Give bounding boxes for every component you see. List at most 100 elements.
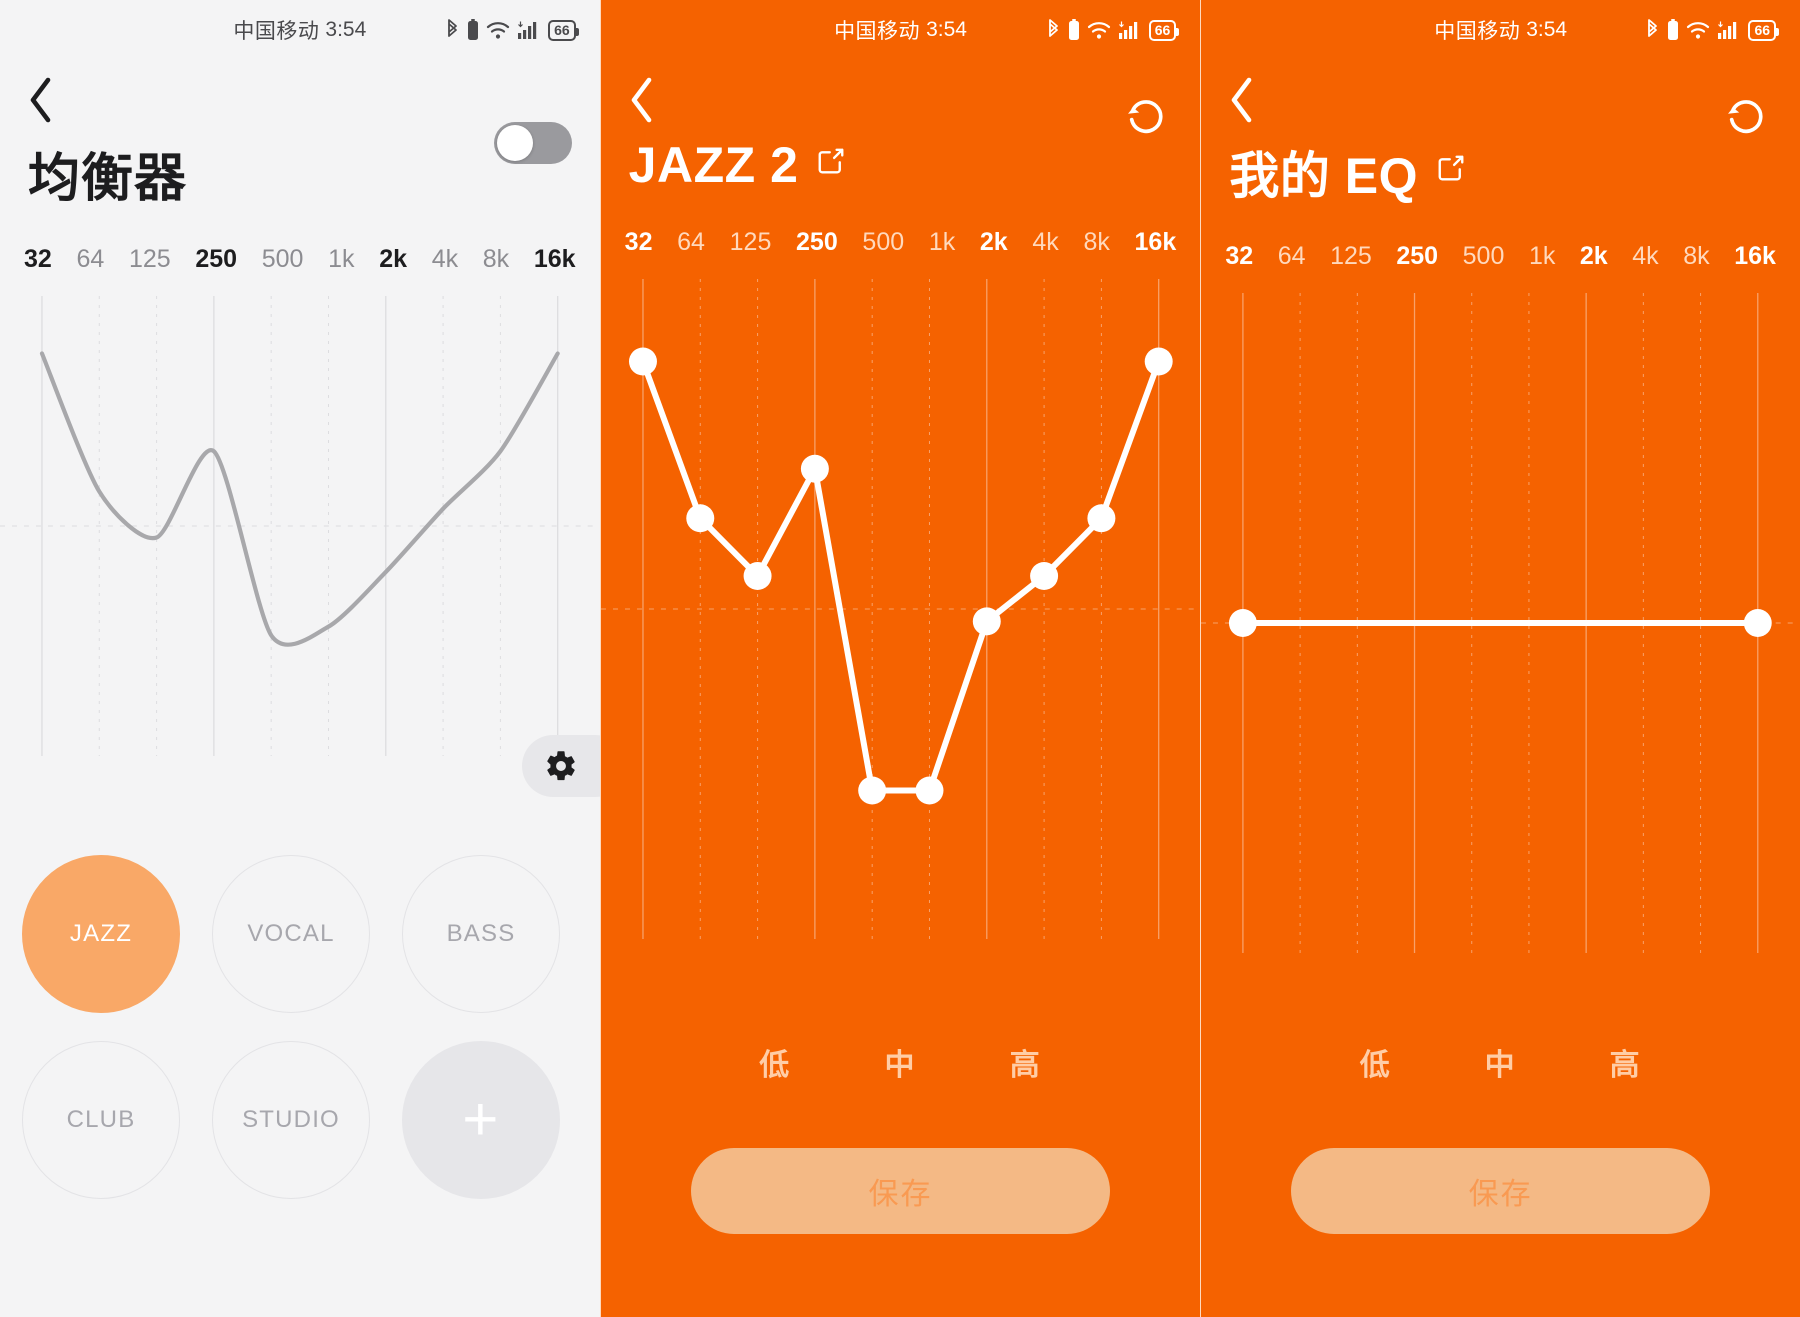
freq-label-2k: 2k	[1579, 242, 1608, 270]
preset-name: 我的 EQ	[1229, 148, 1418, 204]
bluetooth-battery-icon	[1068, 19, 1079, 40]
save-label: 保存	[868, 1178, 933, 1211]
band-label-mid: 中	[884, 1049, 917, 1082]
battery-icon: 66	[1748, 19, 1779, 41]
eq-curve-svg-mid	[600, 279, 1201, 939]
edit-pencil-icon[interactable]	[1436, 153, 1466, 183]
freq-label-125: 125	[128, 245, 171, 273]
band-label-low: 低	[1359, 1049, 1392, 1082]
preset-title-row: 我的 EQ	[1229, 136, 1772, 208]
freq-label-500: 500	[862, 228, 905, 256]
preset-list: JAZZ VOCAL BASS CLUB STUDIO +	[0, 855, 600, 1199]
freq-label-4k: 4k	[431, 245, 459, 273]
chevron-left-icon	[30, 77, 51, 123]
eq-curve-svg-left	[0, 296, 600, 756]
clock-label: 3:54	[1526, 18, 1568, 41]
freq-label-250: 250	[1396, 242, 1439, 270]
header-left: 均衡器	[0, 74, 600, 211]
freq-label-16k: 16k	[1134, 228, 1177, 256]
freq-label-32: 32	[624, 228, 653, 256]
eq-settings-button[interactable]	[521, 735, 600, 797]
freq-label-1k: 1k	[328, 245, 355, 273]
eq-curve-graph-left[interactable]	[0, 296, 600, 756]
bluetooth-battery-icon	[1668, 19, 1679, 40]
save-label: 保存	[1468, 1178, 1533, 1211]
toggle-knob	[496, 125, 533, 161]
jazz2-editor-panel: 中国移动 3:54 66 JAZZ 2 32 64 125 250 500 1k…	[600, 0, 1201, 1317]
freq-label-8k: 8k	[1083, 228, 1110, 256]
freq-label-1k: 1k	[928, 228, 956, 256]
preset-vocal[interactable]: VOCAL	[212, 855, 370, 1013]
eq-curve-graph-mid[interactable]	[600, 279, 1201, 939]
carrier-label: 中国移动	[233, 20, 320, 43]
bluetooth-battery-icon	[468, 19, 479, 40]
reset-button[interactable]	[1718, 88, 1774, 144]
bluetooth-icon	[448, 19, 457, 37]
eq-curve-svg-right	[1201, 293, 1800, 953]
preset-club[interactable]: CLUB	[22, 1041, 180, 1199]
cellular-signal-icon	[518, 21, 537, 39]
reset-button[interactable]	[1118, 88, 1174, 144]
band-labels-mid: 低 中 高	[601, 1040, 1201, 1084]
preset-jazz[interactable]: JAZZ	[22, 855, 180, 1013]
back-button[interactable]	[629, 74, 681, 126]
wifi-icon	[1687, 22, 1710, 39]
freq-label-8k: 8k	[482, 245, 510, 273]
save-button[interactable]: 保存	[1291, 1148, 1711, 1234]
band-label-high: 高	[1609, 1049, 1642, 1082]
freq-label-250: 250	[195, 245, 238, 273]
preset-name: JAZZ 2	[628, 137, 799, 193]
gear-icon	[546, 751, 575, 781]
freq-label-2k: 2k	[379, 245, 408, 273]
plus-icon: +	[462, 1085, 500, 1155]
battery-icon: 66	[548, 19, 579, 41]
status-bar-mid: 中国移动 3:54 66	[601, 0, 1201, 60]
preset-label: CLUB	[66, 1106, 136, 1133]
page-title-row: 均衡器	[28, 136, 572, 211]
save-button[interactable]: 保存	[690, 1148, 1111, 1234]
battery-icon: 66	[1148, 19, 1179, 41]
preset-bass[interactable]: BASS	[402, 855, 560, 1013]
clock-label: 3:54	[926, 18, 967, 41]
undo-reset-icon	[1728, 100, 1763, 134]
cellular-signal-icon	[1118, 21, 1137, 39]
freq-label-4k: 4k	[1632, 242, 1659, 270]
status-bar-icons: 66	[1046, 0, 1179, 60]
band-label-low: 低	[759, 1049, 792, 1082]
status-bar-right: 中国移动 3:54 66	[1201, 0, 1800, 60]
freq-label-125: 125	[1330, 242, 1372, 270]
freq-label-16k: 16k	[1734, 242, 1776, 270]
wifi-icon	[1087, 22, 1110, 39]
add-preset-button[interactable]: +	[402, 1041, 560, 1199]
freq-label-64: 64	[1277, 242, 1306, 270]
header-right: 我的 EQ	[1201, 74, 1800, 208]
freq-label-4k: 4k	[1032, 228, 1059, 256]
status-bar-icons: 66	[1645, 0, 1779, 60]
freq-label-8k: 8k	[1683, 242, 1710, 270]
battery-percent: 66	[1754, 21, 1771, 38]
preset-label: STUDIO	[242, 1106, 340, 1133]
freq-label-2k: 2k	[979, 228, 1008, 256]
freq-label-32: 32	[24, 245, 52, 273]
battery-percent: 66	[1154, 21, 1171, 38]
back-button[interactable]	[1229, 74, 1281, 126]
preset-label: VOCAL	[247, 920, 335, 947]
freq-label-32: 32	[1225, 242, 1254, 270]
edit-pencil-icon[interactable]	[816, 146, 846, 176]
freq-label-16k: 16k	[533, 245, 576, 273]
freq-label-64: 64	[76, 245, 105, 273]
preset-label: JAZZ	[69, 920, 133, 947]
battery-percent: 66	[554, 21, 570, 38]
eq-curve-graph-right[interactable]	[1201, 293, 1800, 953]
cellular-signal-icon	[1718, 21, 1737, 39]
carrier-label: 中国移动	[1434, 20, 1521, 43]
freq-label-500: 500	[1462, 242, 1505, 270]
status-bar-left: 中国移动 3:54 66	[0, 0, 600, 60]
frequency-scale-left: 32 64 125 250 500 1k 2k 4k 8k 16k	[0, 245, 600, 274]
equalizer-toggle[interactable]	[493, 122, 572, 164]
band-labels-right: 低 中 高	[1201, 1040, 1800, 1084]
my-eq-editor-panel: 中国移动 3:54 66 我的 EQ 32 64 125 250 500 1k …	[1201, 0, 1800, 1317]
band-label-high: 高	[1009, 1049, 1042, 1082]
preset-studio[interactable]: STUDIO	[212, 1041, 370, 1199]
back-button[interactable]	[28, 74, 80, 126]
